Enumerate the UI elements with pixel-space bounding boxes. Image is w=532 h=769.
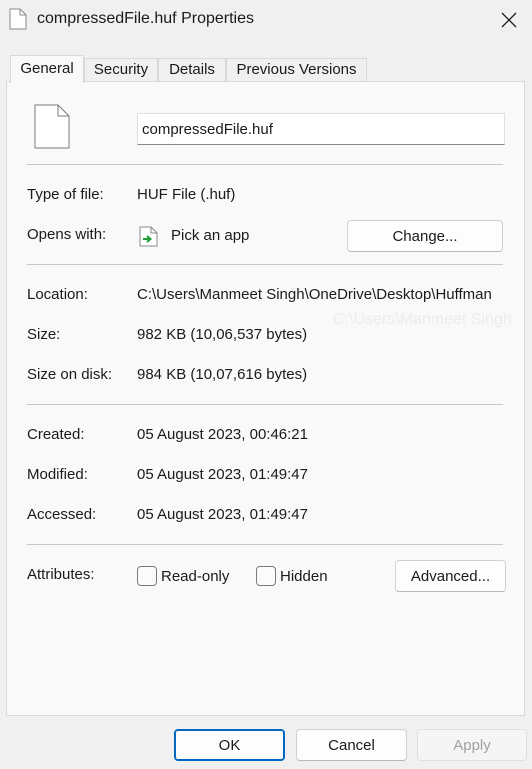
- large-file-icon: [34, 104, 70, 149]
- size-on-disk-label: Size on disk:: [27, 366, 113, 383]
- location-tooltip-ghost: C:\Users\Manmeet Singh: [333, 311, 512, 328]
- type-of-file-label: Type of file:: [27, 186, 104, 203]
- ok-button[interactable]: OK: [174, 729, 285, 761]
- divider: [27, 264, 503, 265]
- location-label: Location:: [27, 286, 88, 303]
- cancel-button[interactable]: Cancel: [296, 729, 407, 761]
- accessed-label: Accessed:: [27, 506, 97, 523]
- read-only-checkbox[interactable]: [137, 566, 157, 586]
- close-button[interactable]: [486, 0, 532, 40]
- location-value[interactable]: C:\Users\Manmeet Singh\OneDrive\Desktop\…: [137, 286, 506, 303]
- modified-label: Modified:: [27, 466, 88, 483]
- attributes-label: Attributes:: [27, 566, 95, 583]
- created-label: Created:: [27, 426, 85, 443]
- size-on-disk-value: 984 KB (10,07,616 bytes): [137, 366, 308, 383]
- tab-details[interactable]: Details: [158, 58, 226, 82]
- window-title: compressedFile.huf Properties: [37, 10, 254, 27]
- type-of-file-value: HUF File (.huf): [137, 186, 236, 203]
- tab-general[interactable]: General: [10, 55, 84, 83]
- read-only-label[interactable]: Read-only: [161, 568, 229, 585]
- title-bar: compressedFile.huf Properties: [0, 0, 532, 40]
- close-icon: [501, 12, 517, 28]
- accessed-value: 05 August 2023, 01:49:47: [137, 506, 308, 523]
- hidden-checkbox[interactable]: [256, 566, 276, 586]
- apply-button[interactable]: Apply: [417, 729, 527, 761]
- file-name-input[interactable]: [137, 113, 505, 145]
- size-value: 982 KB (10,06,537 bytes): [137, 326, 308, 343]
- file-icon: [9, 8, 27, 30]
- modified-value: 05 August 2023, 01:49:47: [137, 466, 308, 483]
- divider: [27, 404, 503, 405]
- tab-bar: General Security Details Previous Versio…: [0, 55, 532, 83]
- size-label: Size:: [27, 326, 61, 343]
- hidden-label[interactable]: Hidden: [280, 568, 328, 585]
- opens-with-value: Pick an app: [171, 227, 250, 244]
- created-value: 05 August 2023, 00:46:21: [137, 426, 308, 443]
- divider: [27, 544, 503, 545]
- tab-previous-versions[interactable]: Previous Versions: [226, 58, 367, 82]
- pick-app-icon: [139, 226, 158, 247]
- divider: [27, 164, 503, 165]
- opens-with-label: Opens with:: [27, 226, 107, 243]
- general-panel: [6, 81, 525, 716]
- tab-security[interactable]: Security: [84, 58, 158, 82]
- advanced-button[interactable]: Advanced...: [395, 560, 506, 592]
- change-button[interactable]: Change...: [347, 220, 503, 252]
